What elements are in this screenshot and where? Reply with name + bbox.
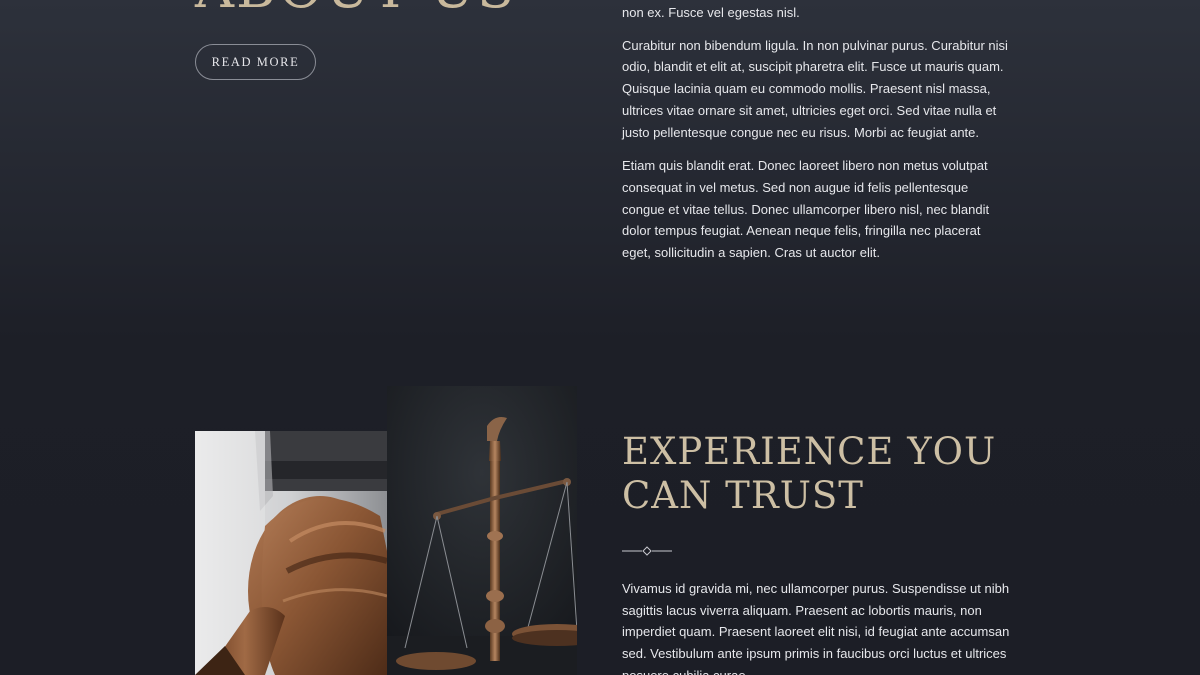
about-text: non ex. Fusce vel egestas nisl. Curabitu… — [622, 0, 1012, 276]
about-paragraph-1: non ex. Fusce vel egestas nisl. — [622, 5, 800, 20]
about-heading: ABOUT US — [195, 0, 516, 16]
experience-heading-line-2: CAN TRUST — [622, 474, 864, 517]
experience-heading-line-1: EXPERIENCE YOU — [622, 430, 997, 473]
about-paragraph-2: Curabitur non bibendum ligula. In non pu… — [622, 37, 1008, 140]
diamond-divider-icon — [622, 546, 672, 556]
about-paragraph-3: Etiam quis blandit erat. Donec laoreet l… — [622, 158, 990, 261]
experience-text: Vivamus id gravida mi, nec ullamcorper p… — [622, 581, 1010, 675]
experience-heading: EXPERIENCE YOU CAN TRUST — [622, 430, 1022, 518]
scales-of-justice-image — [387, 386, 577, 675]
gavel-image — [195, 431, 387, 675]
read-more-button[interactable]: READ MORE — [195, 44, 316, 80]
